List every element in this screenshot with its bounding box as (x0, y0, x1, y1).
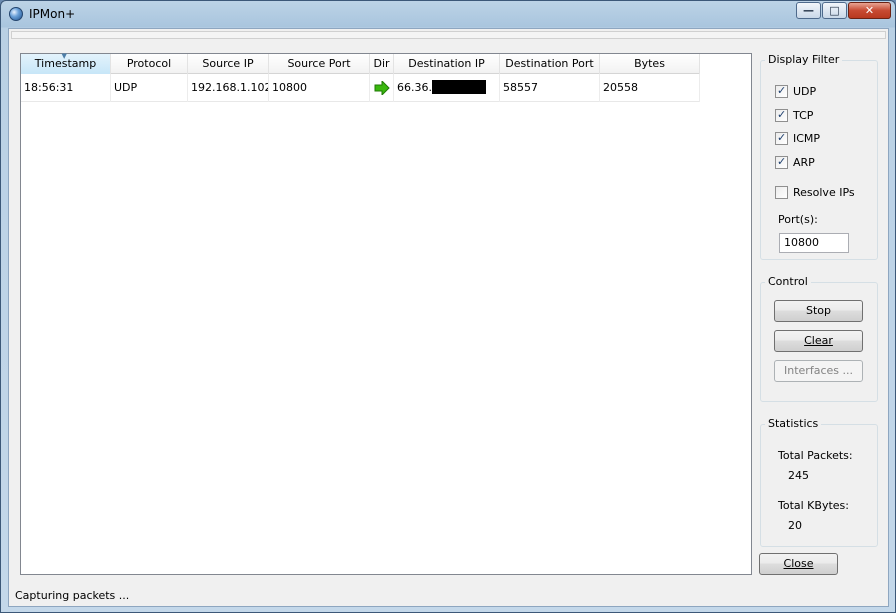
minimize-icon: — (803, 4, 814, 17)
check-icon: ✓ (777, 130, 787, 144)
check-icon: ✓ (777, 154, 787, 168)
top-strip (11, 31, 886, 39)
column-header-source-ip[interactable]: Source IP (188, 54, 269, 74)
minimize-button[interactable]: — (796, 2, 821, 19)
cell-bytes: 20558 (600, 74, 700, 102)
cell-dir (370, 74, 394, 102)
check-icon: ✓ (777, 107, 787, 121)
column-header-source-port[interactable]: Source Port (269, 54, 370, 74)
sort-arrow-icon: ▼ (61, 52, 67, 60)
column-header-destination-ip[interactable]: Destination IP (394, 54, 500, 74)
checkbox-box[interactable]: ✓ (775, 154, 788, 169)
column-header-bytes[interactable]: Bytes (600, 54, 700, 74)
interfaces-button[interactable]: Interfaces ... (774, 360, 863, 382)
maximize-button[interactable]: □ (822, 2, 847, 19)
close-button[interactable]: Close (759, 553, 838, 575)
packet-list[interactable]: ▼ Timestamp Protocol Source IP Source Po… (20, 53, 752, 575)
ports-input[interactable]: 10800 (779, 233, 849, 253)
cell-protocol: UDP (111, 74, 188, 102)
close-button-label: Close (783, 557, 814, 570)
checkbox-box[interactable]: ✓ (775, 107, 788, 122)
total-packets-value: 245 (788, 469, 809, 482)
statistics-group: Statistics Total Packets: 245 Total KByt… (760, 417, 878, 547)
cell-source-port: 10800 (269, 74, 370, 102)
maximize-icon: □ (829, 4, 840, 17)
checkbox-box[interactable]: ✓ (775, 83, 788, 98)
checkbox-box[interactable]: ✓ (775, 130, 788, 145)
filter-icmp-checkbox[interactable]: ✓ ICMP (775, 130, 820, 146)
total-kbytes-value: 20 (788, 519, 802, 532)
close-window-button[interactable]: ✕ (848, 2, 891, 19)
column-header-destination-port[interactable]: Destination Port (500, 54, 600, 74)
caption-buttons: — □ ✕ (795, 2, 891, 19)
cell-timestamp: 18:56:31 (21, 74, 111, 102)
check-icon: ✓ (777, 83, 787, 97)
checkbox-label: ARP (793, 155, 815, 169)
column-header-dir[interactable]: Dir (370, 54, 394, 74)
column-header-timestamp[interactable]: ▼ Timestamp (21, 52, 111, 74)
title-bar[interactable]: IPMon+ — □ ✕ (1, 1, 895, 27)
stop-button[interactable]: Stop (774, 300, 863, 322)
table-row[interactable]: 18:56:31 UDP 192.168.1.102 10800 66.36. … (21, 74, 700, 102)
checkbox-label: Resolve IPs (793, 185, 855, 199)
checkbox-box[interactable] (775, 185, 788, 199)
outgoing-arrow-icon (374, 81, 390, 95)
display-filter-group: Display Filter ✓ UDP ✓ TCP ✓ ICMP ✓ ARP … (760, 53, 878, 260)
column-header-protocol[interactable]: Protocol (111, 54, 188, 74)
control-group: Control Stop Clear Interfaces ... (760, 275, 878, 402)
control-label: Control (765, 275, 811, 288)
filter-tcp-checkbox[interactable]: ✓ TCP (775, 107, 813, 123)
checkbox-label: UDP (793, 84, 817, 98)
cell-destination-ip: 66.36. (394, 74, 500, 102)
filter-udp-checkbox[interactable]: ✓ UDP (775, 83, 816, 99)
ports-label: Port(s): (778, 213, 818, 226)
statistics-label: Statistics (765, 417, 822, 430)
window-title: IPMon+ (29, 7, 76, 21)
checkbox-label: TCP (793, 108, 814, 122)
app-window: IPMon+ — □ ✕ ▼ Timestamp Protocol Source… (0, 0, 896, 613)
total-packets-label: Total Packets: (778, 449, 853, 462)
clear-button[interactable]: Clear (774, 330, 863, 352)
app-globe-icon (9, 7, 23, 21)
packet-list-header: ▼ Timestamp Protocol Source IP Source Po… (21, 52, 700, 74)
checkbox-label: ICMP (793, 131, 821, 145)
filter-arp-checkbox[interactable]: ✓ ARP (775, 154, 815, 170)
total-kbytes-label: Total KBytes: (778, 499, 849, 512)
client-area: ▼ Timestamp Protocol Source IP Source Po… (8, 28, 889, 607)
close-icon: ✕ (864, 4, 875, 17)
cell-source-ip: 192.168.1.102 (188, 74, 269, 102)
cell-destination-port: 58557 (500, 74, 600, 102)
destination-ip-prefix: 66.36. (397, 81, 432, 94)
resolve-ips-checkbox[interactable]: Resolve IPs (775, 184, 855, 200)
redaction-block (432, 80, 486, 94)
display-filter-label: Display Filter (765, 53, 843, 66)
clear-button-label: Clear (804, 334, 833, 347)
status-text: Capturing packets ... (15, 589, 130, 602)
